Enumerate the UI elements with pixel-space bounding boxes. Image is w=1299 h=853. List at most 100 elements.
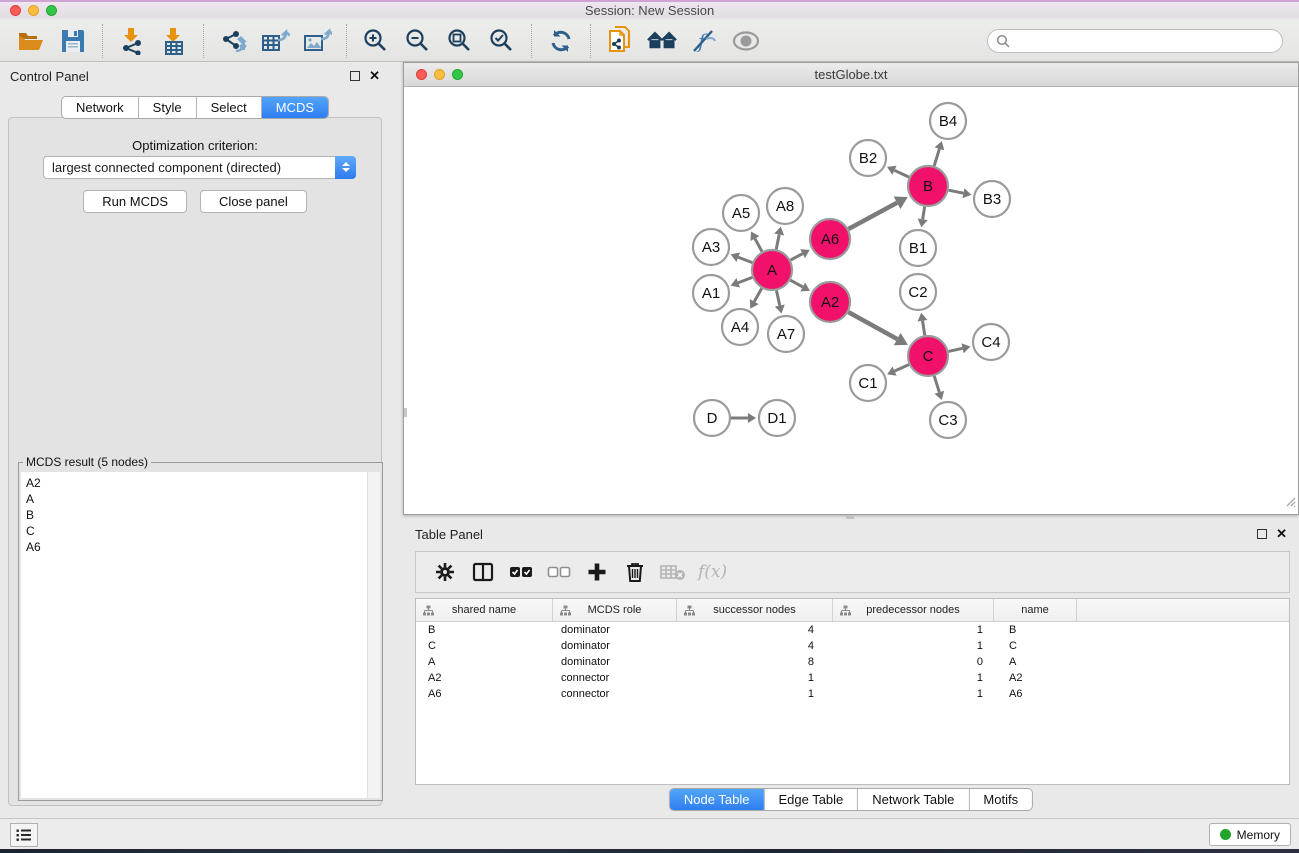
table-tabs: Node TableEdge TableNetwork TableMotifs: [669, 788, 1033, 811]
table-cell: connector: [553, 672, 677, 684]
home-view-icon[interactable]: [647, 26, 677, 56]
table-cell: dominator: [553, 640, 677, 652]
float-panel-icon[interactable]: [350, 71, 360, 81]
tab-style[interactable]: Style: [139, 97, 197, 118]
table-cell: A: [994, 656, 1077, 668]
zoom-fit-icon[interactable]: [445, 26, 475, 56]
export-network-icon[interactable]: [218, 26, 248, 56]
close-panel-icon[interactable]: ✕: [369, 71, 380, 81]
graph-edge[interactable]: [949, 190, 964, 193]
close-panel-button[interactable]: Close panel: [200, 190, 307, 213]
graph-node-label: A2: [821, 294, 839, 311]
network-canvas[interactable]: B4B2BB3B1A5A8A6A3AA1A2C2A4A7C4CC1DD1C3: [404, 87, 1298, 514]
column-header[interactable]: shared name: [416, 599, 553, 621]
result-item[interactable]: A2: [26, 475, 367, 491]
graph-edge[interactable]: [738, 257, 752, 262]
graph-node-label: A1: [702, 285, 720, 302]
save-session-icon[interactable]: [58, 26, 88, 56]
gear-icon[interactable]: [430, 557, 460, 587]
criterion-dropdown[interactable]: largest connected component (directed): [43, 156, 356, 179]
graph-edge-arrow-icon: [774, 227, 784, 236]
result-item[interactable]: A: [26, 491, 367, 507]
search-input[interactable]: [1015, 33, 1274, 48]
import-table-icon[interactable]: [159, 26, 189, 56]
table-cell: A6: [416, 688, 553, 700]
graph-edge[interactable]: [790, 280, 802, 287]
tab-network[interactable]: Network: [62, 97, 139, 118]
panel-grip[interactable]: [404, 408, 407, 417]
graph-edge[interactable]: [755, 239, 762, 252]
select-all-icon[interactable]: [506, 557, 536, 587]
graph-edge[interactable]: [922, 321, 924, 336]
export-image-icon[interactable]: [302, 26, 332, 56]
graph-edge[interactable]: [848, 312, 897, 339]
graph-edge[interactable]: [934, 149, 939, 166]
deselect-all-icon[interactable]: [544, 557, 574, 587]
graph-edge[interactable]: [776, 235, 779, 250]
table-row[interactable]: A6connector11A6: [416, 686, 1289, 702]
list-icon: [16, 828, 32, 842]
column-header[interactable]: MCDS role: [553, 599, 677, 621]
graph-edge[interactable]: [754, 288, 761, 301]
graph-edge[interactable]: [948, 348, 962, 351]
zoom-out-icon[interactable]: [403, 26, 433, 56]
mcds-result-list[interactable]: A2ABCA6: [21, 472, 380, 798]
duplicate-network-icon[interactable]: [605, 26, 635, 56]
import-network-icon[interactable]: [117, 26, 147, 56]
tab-node-table[interactable]: Node Table: [670, 789, 765, 810]
table-row[interactable]: Bdominator41B: [416, 622, 1289, 638]
graph-node-label: A: [767, 262, 777, 279]
tab-network-table[interactable]: Network Table: [858, 789, 969, 810]
resize-grip-icon[interactable]: [1284, 494, 1296, 512]
result-scrollbar[interactable]: [367, 472, 380, 798]
close-table-panel-icon[interactable]: ✕: [1276, 529, 1287, 539]
graph-edge[interactable]: [895, 365, 909, 371]
node-table[interactable]: shared nameMCDS rolesuccessor nodesprede…: [415, 598, 1290, 785]
network-graph[interactable]: B4B2BB3B1A5A8A6A3AA1A2C2A4A7C4CC1DD1C3: [404, 87, 1298, 514]
graph-edge[interactable]: [776, 291, 779, 306]
table-row[interactable]: A2connector11A2: [416, 670, 1289, 686]
split-grip[interactable]: [846, 516, 854, 519]
graph-node-label: A4: [731, 319, 749, 336]
tab-mcds[interactable]: MCDS: [262, 97, 328, 118]
table-row[interactable]: Adominator80A: [416, 654, 1289, 670]
tab-edge-table[interactable]: Edge Table: [764, 789, 858, 810]
column-header[interactable]: name: [994, 599, 1077, 621]
tab-motifs[interactable]: Motifs: [969, 789, 1032, 810]
zoom-selected-icon[interactable]: [487, 26, 517, 56]
network-window-titlebar[interactable]: testGlobe.txt: [404, 63, 1298, 87]
trash-icon[interactable]: [620, 557, 650, 587]
column-header[interactable]: predecessor nodes: [833, 599, 994, 621]
graph-edge[interactable]: [894, 170, 909, 177]
open-file-icon[interactable]: [16, 26, 46, 56]
export-table-icon[interactable]: [260, 26, 290, 56]
graph-edge[interactable]: [923, 207, 925, 220]
plus-icon[interactable]: [582, 557, 612, 587]
function-builder-icon[interactable]: f(x): [698, 562, 727, 582]
graph-edge[interactable]: [934, 376, 939, 392]
memory-button[interactable]: Memory: [1209, 823, 1291, 846]
task-history-button[interactable]: [10, 823, 38, 847]
float-table-panel-icon[interactable]: [1257, 529, 1267, 539]
graph-edge[interactable]: [738, 277, 752, 282]
result-item[interactable]: B: [26, 507, 367, 523]
table-row[interactable]: Cdominator41C: [416, 638, 1289, 654]
result-item[interactable]: C: [26, 523, 367, 539]
columns-icon[interactable]: [468, 557, 498, 587]
result-item[interactable]: A6: [26, 539, 367, 555]
graph-edge-arrow-icon: [775, 304, 785, 313]
column-header[interactable]: successor nodes: [677, 599, 833, 621]
table-cell: B: [994, 624, 1077, 636]
graph-edge[interactable]: [848, 203, 897, 229]
zoom-in-icon[interactable]: [361, 26, 391, 56]
refresh-icon[interactable]: [546, 26, 576, 56]
search-field[interactable]: [987, 29, 1283, 53]
delete-table-icon[interactable]: [658, 557, 688, 587]
toolbar-separator: [590, 24, 591, 58]
run-mcds-button[interactable]: Run MCDS: [83, 190, 187, 213]
eye-icon[interactable]: [731, 26, 761, 56]
graph-edge[interactable]: [791, 254, 803, 260]
table-cell: A2: [416, 672, 553, 684]
function-disabled-icon[interactable]: f: [689, 26, 719, 56]
tab-select[interactable]: Select: [197, 97, 262, 118]
